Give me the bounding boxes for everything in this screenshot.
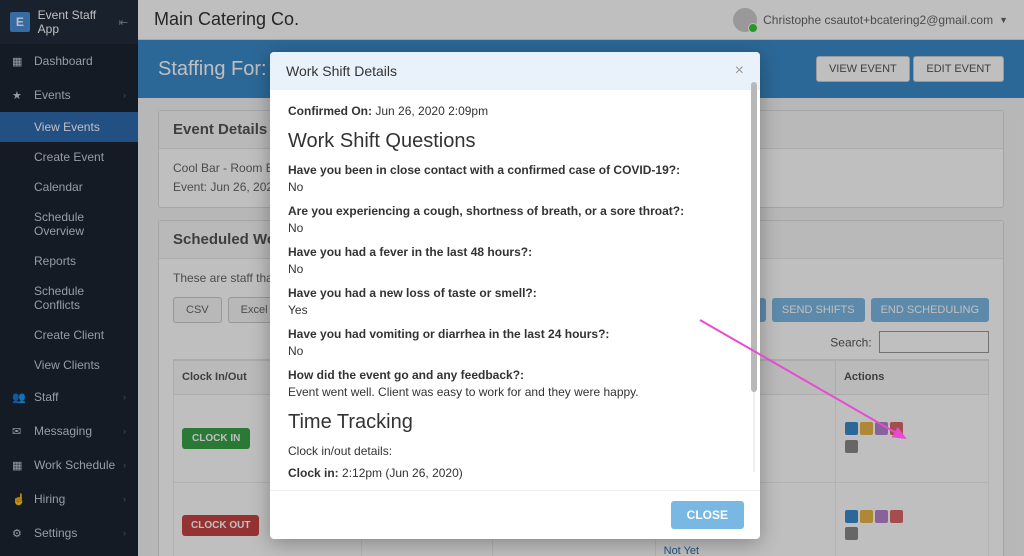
answer: No xyxy=(288,262,742,276)
scrollbar-thumb[interactable] xyxy=(751,82,757,392)
question: Are you experiencing a cough, shortness … xyxy=(288,204,742,218)
answer: Event went well. Client was easy to work… xyxy=(288,385,742,399)
modal-body: Confirmed On: Jun 26, 2020 2:09pm Work S… xyxy=(270,90,760,490)
close-button[interactable]: CLOSE xyxy=(671,501,744,529)
close-icon[interactable]: × xyxy=(735,62,744,80)
questions-heading: Work Shift Questions xyxy=(288,130,742,153)
question: Have you had a new loss of taste or smel… xyxy=(288,286,742,300)
question: How did the event go and any feedback?: xyxy=(288,368,742,382)
confirmed-value: Jun 26, 2020 2:09pm xyxy=(375,104,488,118)
question: Have you had vomiting or diarrhea in the… xyxy=(288,327,742,341)
clock-in-value: 2:12pm (Jun 26, 2020) xyxy=(342,466,463,480)
answer: No xyxy=(288,221,742,235)
clock-in-label: Clock in: xyxy=(288,466,339,480)
modal: Work Shift Details × Confirmed On: Jun 2… xyxy=(270,52,760,539)
answer: No xyxy=(288,344,742,358)
answer: No xyxy=(288,180,742,194)
question: Have you been in close contact with a co… xyxy=(288,163,742,177)
confirmed-label: Confirmed On: xyxy=(288,104,372,118)
tt-heading: Time Tracking xyxy=(288,411,742,434)
modal-title: Work Shift Details xyxy=(286,63,397,79)
modal-header: Work Shift Details × xyxy=(270,52,760,90)
scrollbar[interactable] xyxy=(751,82,757,472)
answer: Yes xyxy=(288,303,742,317)
tt-sub: Clock in/out details: xyxy=(288,444,742,458)
question: Have you had a fever in the last 48 hour… xyxy=(288,245,742,259)
